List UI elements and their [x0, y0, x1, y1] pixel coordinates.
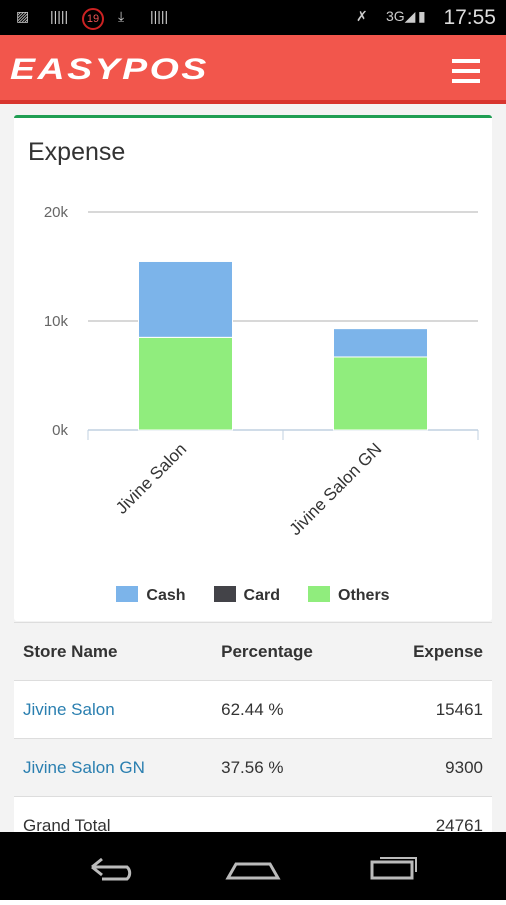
battery-icon: ▮: [418, 8, 426, 24]
y-tick-label: 0k: [52, 422, 68, 439]
store-link[interactable]: Jivine Salon GN: [23, 758, 145, 777]
hamburger-icon[interactable]: [452, 59, 480, 89]
image-icon: ▨: [16, 8, 30, 24]
legend-item-others[interactable]: Others: [308, 586, 390, 605]
legend: Cash Card Others: [14, 586, 492, 605]
table-row: Jivine Salon 62.44 % 15461: [14, 680, 492, 739]
bar-cash: [138, 260, 233, 338]
legend-label: Others: [338, 587, 390, 604]
table-header: Store Name Percentage Expense: [14, 622, 492, 681]
expense: 15461: [367, 680, 492, 739]
barcode-icon: |||||: [50, 8, 69, 24]
app-bar: EASYPOS: [0, 35, 506, 104]
barcode-icon: |||||: [150, 8, 169, 24]
x-tick-label: Jivine Salon: [112, 439, 190, 517]
col-store: Store Name: [14, 622, 213, 681]
expense: 9300: [367, 738, 492, 797]
logo: EASYPOS: [10, 53, 209, 86]
bar-others: [138, 336, 233, 431]
expense-chart: 0k 10k 20k Jivine Salon Jivine Salon GN: [44, 204, 479, 539]
legend-item-card[interactable]: Card: [213, 586, 280, 605]
legend-label: Cash: [146, 587, 186, 604]
bar-cash: [333, 328, 428, 358]
col-percentage: Percentage: [212, 622, 368, 681]
col-expense: Expense: [367, 622, 492, 681]
download-icon: ⤓: [118, 8, 125, 24]
mute-icon: ✗: [356, 8, 368, 24]
x-tick-label: Jivine Salon GN: [286, 439, 386, 539]
expense-table: Store Name Percentage Expense Jivine Sal…: [14, 622, 492, 855]
recents-button[interactable]: [370, 857, 417, 880]
navigation-bar: [0, 832, 506, 900]
signal-icon: 3G◢: [386, 8, 416, 24]
legend-label: Card: [243, 587, 280, 604]
y-tick-label: 20k: [44, 204, 69, 221]
back-button[interactable]: [91, 857, 132, 881]
percentage: 62.44 %: [212, 680, 368, 739]
legend-item-cash[interactable]: Cash: [116, 586, 186, 605]
bar-others: [333, 356, 428, 431]
y-tick-label: 10k: [44, 313, 69, 330]
percentage: 37.56 %: [212, 738, 368, 797]
table-row: Jivine Salon GN 37.56 % 9300: [14, 738, 492, 797]
expense-card: Expense 0k 10k 20k Jivine Salon Jivine Salon…: [14, 115, 492, 621]
store-link[interactable]: Jivine Salon: [23, 700, 115, 719]
content: Expense 0k 10k 20k Jivine Salon Jivine Salon…: [0, 104, 506, 855]
home-button[interactable]: [225, 862, 281, 880]
notification-badge: 19: [82, 8, 104, 30]
clock: 17:55: [443, 6, 496, 29]
status-bar: ▨ ||||| 19 ⤓ ||||| ✗ 3G◢ ▮ 17:55: [0, 0, 506, 35]
